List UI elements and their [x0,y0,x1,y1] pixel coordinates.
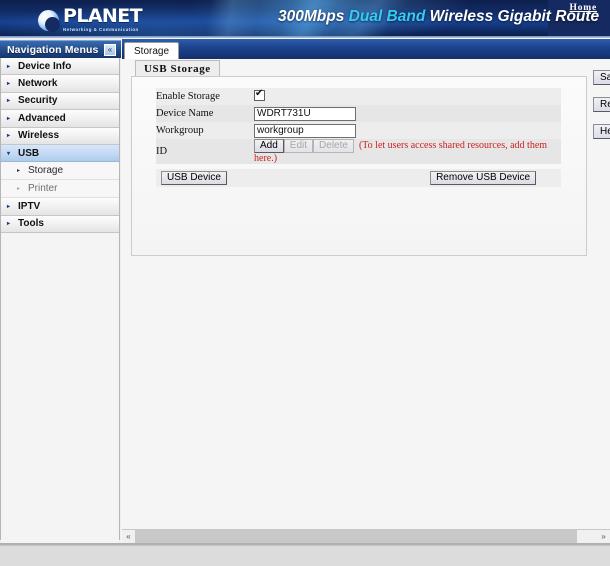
sidebar-item-label: Tools [18,218,44,230]
chevron-right-icon: ▸ [7,81,11,88]
tab-storage[interactable]: Storage [124,42,180,59]
workgroup-label: Workgroup [156,125,204,136]
sidebar-item-label: USB [18,147,40,159]
form-row-enable-storage: Enable Storage [156,88,561,105]
horizontal-scrollbar[interactable]: « » [122,529,610,543]
navigation-title: Navigation Menus [7,43,99,56]
sidebar-subitem-label: Storage [28,165,64,177]
sidebar-item-label: IPTV [18,201,41,213]
workgroup-cell [254,122,561,139]
enable-storage-cell [254,88,561,105]
planet-logo: PLANET Networking & Communication [38,6,228,34]
chevron-right-icon: ▸ [17,186,21,193]
enable-storage-checkbox[interactable] [254,88,265,101]
page-header: PLANET Networking & Communication 300Mbp… [0,0,610,38]
brand-name: PLANET [63,5,143,28]
chevron-right-icon: ▸ [7,115,11,122]
storage-settings-form: Enable Storage Device Name Workgroup [156,88,561,164]
planet-logo-text: PLANET Networking & Communication [63,5,143,33]
sidebar-item-label: Device Info [18,60,72,72]
reset-button[interactable]: Res [593,97,610,112]
collapse-sidebar-icon[interactable]: « [104,44,116,56]
sidebar-item-label: Security [18,95,58,107]
home-link[interactable]: Home [570,3,597,13]
scroll-right-icon[interactable]: » [597,530,610,543]
chevron-down-icon: ▾ [7,150,11,157]
chevron-right-icon: ▸ [7,98,11,105]
sidebar-item-usb[interactable]: ▾ USB [1,144,119,163]
id-label: ID [156,146,168,157]
navigation-sidebar: Navigation Menus « ▸ Device Info ▸ Netwo… [0,38,121,566]
product-title: 300Mbps Dual Band Wireless Gigabit Route [278,8,599,26]
form-row-device-name: Device Name [156,105,561,122]
product-title-speed: 300Mbps [278,8,345,25]
sidebar-empty-space [1,233,119,566]
planet-logo-icon [38,9,60,32]
sidebar-item-network[interactable]: ▸ Network [1,75,119,93]
delete-button: Delete [313,139,354,153]
router-admin-page: PLANET Networking & Communication 300Mbp… [0,0,610,566]
chevron-right-icon: ▸ [7,204,11,211]
chevron-right-icon: ▸ [7,221,11,228]
main-content-area: Storage USB Storage Enable Storage Devic… [121,38,610,543]
sidebar-item-label: Network [18,78,58,90]
sidebar-subitem-storage[interactable]: ▸ Storage [1,162,119,181]
tab-bar: Storage [122,39,610,59]
usb-device-button[interactable]: USB Device [161,171,227,185]
form-row-id: ID Add Edit Delete (To let users access sha… [156,139,561,164]
usb-device-row: USB Device Remove USB Device [156,169,561,187]
form-row-workgroup: Workgroup [156,122,561,139]
device-name-input[interactable] [254,106,356,121]
remove-usb-device-button[interactable]: Remove USB Device [430,171,536,185]
add-button[interactable]: Add [254,139,284,153]
side-action-buttons: Sa Res He [593,70,610,151]
edit-button: Edit [283,139,314,153]
save-button[interactable]: Sa [593,70,610,85]
scrollbar-track[interactable] [135,530,597,543]
sidebar-item-tools[interactable]: ▸ Tools [1,215,119,234]
sidebar-item-label: Advanced [18,112,66,124]
sidebar-item-iptv[interactable]: ▸ IPTV [1,198,119,216]
brand-tagline: Networking & Communication [63,27,139,33]
chevron-right-icon: ▸ [7,63,11,70]
sidebar-subitem-printer[interactable]: ▸ Printer [1,180,119,199]
sidebar-subitem-label: Printer [28,183,58,195]
device-name-cell [254,105,561,122]
panel-title: USB Storage [135,60,220,76]
device-name-label: Device Name [156,108,214,119]
product-title-band: Dual Band [348,8,426,25]
enable-storage-label: Enable Storage [156,91,220,102]
scrollbar-thumb[interactable] [135,530,577,543]
usb-storage-panel: USB Storage Enable Storage Device Name [131,60,587,256]
id-cell: Add Edit Delete (To let users access shared… [254,139,561,164]
help-button[interactable]: He [593,124,610,139]
navigation-header: Navigation Menus « [0,40,121,58]
scroll-left-icon[interactable]: « [122,530,135,543]
panel-body: Enable Storage Device Name Workgroup [131,76,587,256]
sidebar-item-wireless[interactable]: ▸ Wireless [1,127,119,145]
sidebar-item-device-info[interactable]: ▸ Device Info [1,58,119,76]
sidebar-item-label: Wireless [18,130,60,142]
chevron-right-icon: ▸ [17,168,21,175]
sidebar-item-security[interactable]: ▸ Security [1,92,119,111]
workgroup-input[interactable] [254,123,356,138]
navigation-menu-list: ▸ Device Info ▸ Network ▸ Security ▸ Adv… [0,58,120,566]
chevron-right-icon: ▸ [7,133,11,140]
sidebar-item-advanced[interactable]: ▸ Advanced [1,110,119,128]
page-footer [0,545,610,566]
